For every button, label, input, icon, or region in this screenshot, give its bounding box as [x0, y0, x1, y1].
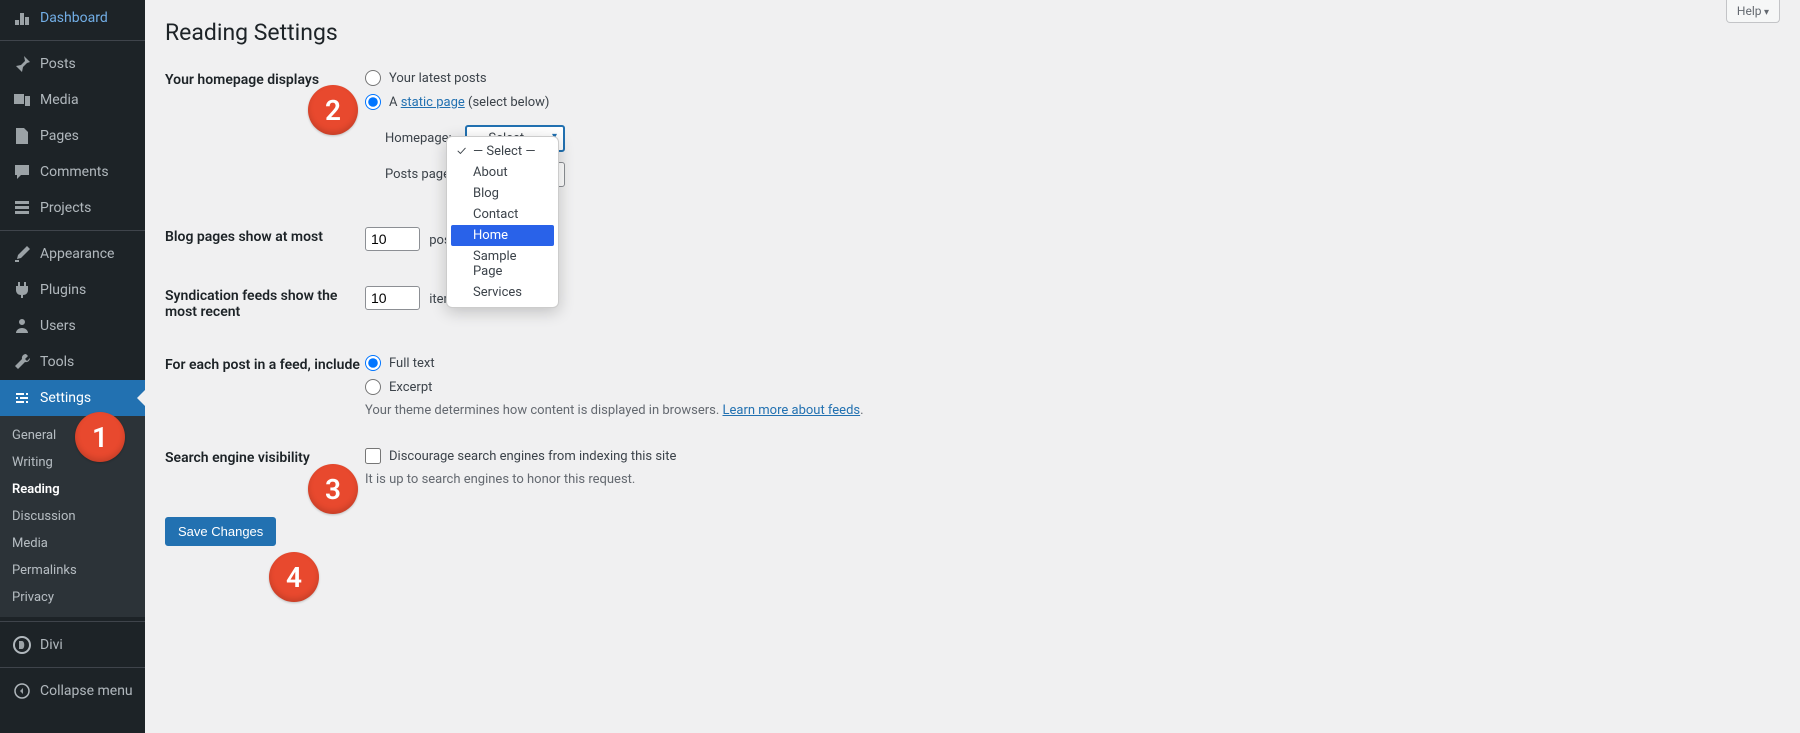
- divi-icon: [12, 635, 32, 655]
- submenu-reading[interactable]: Reading: [0, 476, 145, 503]
- sidebar-label: Users: [40, 318, 76, 334]
- badge-4: 4: [269, 552, 319, 602]
- save-button[interactable]: Save Changes: [165, 517, 276, 546]
- submenu-discussion[interactable]: Discussion: [0, 503, 145, 530]
- feed-format-label: For each post in a feed, include: [165, 355, 365, 418]
- radio-excerpt[interactable]: [365, 379, 381, 395]
- comments-icon: [12, 162, 32, 182]
- radio-latest-label: Your latest posts: [389, 71, 487, 86]
- wrench-icon: [12, 352, 32, 372]
- radio-static-page[interactable]: [365, 94, 381, 110]
- syndication-label: Syndication feeds show the most recent: [165, 286, 365, 320]
- sidebar-item-tools[interactable]: Tools: [0, 344, 145, 380]
- sidebar-label: Divi: [40, 637, 63, 653]
- projects-icon: [12, 198, 32, 218]
- sidebar-label: Tools: [40, 354, 74, 370]
- sidebar-label: Pages: [40, 128, 79, 144]
- search-engine-desc: It is up to search engines to honor this…: [365, 472, 1780, 487]
- sidebar-item-plugins[interactable]: Plugins: [0, 272, 145, 308]
- submenu-writing[interactable]: Writing: [0, 449, 145, 476]
- badge-3: 3: [308, 464, 358, 514]
- settings-icon: [12, 388, 32, 408]
- sidebar-label: Comments: [40, 164, 109, 180]
- dropdown-option-services[interactable]: Services: [451, 282, 554, 303]
- feed-desc: Your theme determines how content is dis…: [365, 403, 1780, 418]
- dashboard-icon: [12, 8, 32, 28]
- sidebar-item-media[interactable]: Media: [0, 82, 145, 118]
- discourage-checkbox[interactable]: [365, 448, 381, 464]
- sidebar-item-settings[interactable]: Settings: [0, 380, 145, 416]
- sidebar-label: Collapse menu: [40, 683, 133, 699]
- learn-feeds-link[interactable]: Learn more about feeds: [723, 403, 861, 418]
- badge-1: 1: [75, 412, 125, 462]
- static-page-link[interactable]: static page: [401, 95, 465, 110]
- radio-excerpt-label: Excerpt: [389, 380, 432, 395]
- dropdown-option-sample[interactable]: Sample Page: [451, 246, 554, 282]
- help-button[interactable]: Help: [1726, 0, 1780, 23]
- sidebar-item-comments[interactable]: Comments: [0, 154, 145, 190]
- sidebar-item-dashboard[interactable]: Dashboard: [0, 0, 145, 36]
- badge-2: 2: [308, 85, 358, 135]
- syndication-input[interactable]: [365, 286, 420, 310]
- sidebar-label: Plugins: [40, 282, 86, 298]
- pages-icon: [12, 126, 32, 146]
- media-icon: [12, 90, 32, 110]
- admin-sidebar: Dashboard Posts Media Pages Comments Pro…: [0, 0, 145, 733]
- dropdown-option-blog[interactable]: Blog: [451, 183, 554, 204]
- plugin-icon: [12, 280, 32, 300]
- blog-pages-input[interactable]: [365, 227, 420, 251]
- sidebar-item-divi[interactable]: Divi: [0, 627, 145, 663]
- sidebar-item-users[interactable]: Users: [0, 308, 145, 344]
- radio-latest-posts[interactable]: [365, 70, 381, 86]
- sidebar-label: Media: [40, 92, 79, 108]
- dropdown-option-about[interactable]: About: [451, 162, 554, 183]
- submenu-privacy[interactable]: Privacy: [0, 584, 145, 611]
- brush-icon: [12, 244, 32, 264]
- dropdown-option-home[interactable]: Home: [451, 225, 554, 246]
- collapse-icon: [12, 681, 32, 701]
- pin-icon: [12, 54, 32, 74]
- page-title: Reading Settings: [165, 10, 1780, 50]
- sidebar-item-posts[interactable]: Posts: [0, 46, 145, 82]
- dropdown-option-select[interactable]: — Select —: [451, 141, 554, 162]
- sidebar-item-projects[interactable]: Projects: [0, 190, 145, 226]
- sidebar-item-appearance[interactable]: Appearance: [0, 236, 145, 272]
- dropdown-option-contact[interactable]: Contact: [451, 204, 554, 225]
- sidebar-item-pages[interactable]: Pages: [0, 118, 145, 154]
- user-icon: [12, 316, 32, 336]
- homepage-dropdown-panel: — Select — About Blog Contact Home Sampl…: [446, 136, 559, 308]
- radio-static-label: A static page (select below): [389, 95, 549, 110]
- sidebar-label: Appearance: [40, 246, 114, 262]
- radio-full-label: Full text: [389, 356, 435, 371]
- blog-pages-label: Blog pages show at most: [165, 227, 365, 251]
- sidebar-label: Projects: [40, 200, 91, 216]
- discourage-label: Discourage search engines from indexing …: [389, 449, 676, 464]
- sidebar-item-collapse[interactable]: Collapse menu: [0, 673, 145, 709]
- radio-full-text[interactable]: [365, 355, 381, 371]
- sidebar-label: Dashboard: [40, 10, 108, 26]
- submenu-permalinks[interactable]: Permalinks: [0, 557, 145, 584]
- submenu-media[interactable]: Media: [0, 530, 145, 557]
- content-area: Help Reading Settings Your homepage disp…: [145, 0, 1800, 733]
- sidebar-label: Settings: [40, 390, 91, 406]
- sidebar-label: Posts: [40, 56, 76, 72]
